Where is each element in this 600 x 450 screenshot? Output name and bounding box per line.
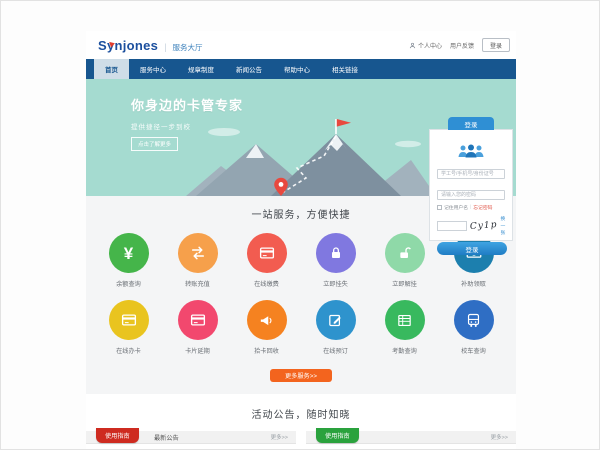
header: Synjones | 服务大厅 个人中心 用户反馈 登录 [86, 31, 516, 59]
logo-divider: | [164, 42, 166, 52]
nav-item-help[interactable]: 帮助中心 [273, 59, 321, 79]
schedule-icon [396, 312, 413, 329]
captcha-input[interactable] [437, 221, 467, 231]
card-icon [189, 311, 207, 329]
announcement-panel-left: 使用指南 最新公告 更多>> [86, 431, 296, 450]
hero-copy: 你身边的卡管专家 提供捷径一步到校 点击了解更多 [131, 95, 243, 151]
announcements-section: 活动公告，随时知晓 使用指南 最新公告 更多>> 使用指南 更多>> [86, 394, 516, 450]
service-item-apply-card[interactable]: 在线办卡 [94, 300, 163, 355]
announcement-panel-right: 使用指南 更多>> [306, 431, 516, 450]
captcha-row: Cy1p 换一张 [437, 215, 505, 236]
feedback-link[interactable]: 用户反馈 [450, 41, 474, 50]
service-item-report-loss[interactable]: 立即挂失 [301, 233, 370, 288]
service-item-unfreeze[interactable]: 立即解挂 [370, 233, 439, 288]
unlock-icon [397, 245, 413, 261]
card-icon [120, 311, 138, 329]
captcha-image[interactable]: Cy1p [470, 220, 498, 232]
edit-icon [327, 312, 344, 329]
login-submit-button[interactable]: 登录 [437, 242, 507, 255]
service-item-attendance[interactable]: 考勤查询 [370, 300, 439, 355]
hero-banner: 你身边的卡管专家 提供捷径一步到校 点击了解更多 [86, 79, 516, 196]
bus-icon [465, 312, 482, 329]
service-item-transfer[interactable]: 转账充值 [163, 233, 232, 288]
usage-guide-ribbon-red[interactable]: 使用指南 [96, 428, 139, 443]
latest-news-tab[interactable]: 最新公告 [154, 433, 179, 442]
announcement-body-left [86, 444, 296, 450]
announcement-bar-left: 使用指南 最新公告 更多>> [86, 431, 296, 444]
megaphone-icon [258, 312, 275, 329]
lock-icon [328, 245, 344, 261]
header-login-button[interactable]: 登录 [482, 38, 510, 52]
username-input[interactable] [437, 169, 505, 179]
service-item-card-recycle[interactable]: 拾卡回收 [232, 300, 301, 355]
hero-title: 你身边的卡管专家 [131, 95, 243, 114]
service-item-school-bus[interactable]: 校车查询 [439, 300, 508, 355]
nav-item-rules[interactable]: 规章制度 [177, 59, 225, 79]
usage-guide-ribbon-green[interactable]: 使用指南 [316, 428, 359, 443]
yen-icon: ¥ [124, 245, 133, 262]
hero-subtitle: 提供捷径一步到校 [131, 121, 243, 131]
more-services-button[interactable]: 更多服务>> [270, 369, 332, 382]
service-item-balance[interactable]: ¥ 余额查询 [94, 233, 163, 288]
bank-card-icon [258, 244, 276, 262]
announcement-body-right [306, 444, 516, 450]
announcement-bar-right: 使用指南 更多>> [306, 431, 516, 444]
main-nav: 首页 服务中心 规章制度 新闻公告 帮助中心 相关链接 [86, 59, 516, 79]
remember-checkbox[interactable] [437, 205, 442, 210]
nav-item-service-center[interactable]: 服务中心 [129, 59, 177, 79]
portal-name: 服务大厅 [173, 42, 203, 53]
more-link-left[interactable]: 更多>> [271, 433, 288, 441]
site-container: Synjones | 服务大厅 个人中心 用户反馈 登录 [86, 31, 516, 450]
nav-item-links[interactable]: 相关链接 [321, 59, 369, 79]
personal-center-link[interactable]: 个人中心 [409, 41, 442, 50]
logo-text: Synjones [98, 38, 158, 53]
flag-icon [337, 119, 351, 127]
logo[interactable]: Synjones | 服务大厅 [98, 38, 203, 53]
announcement-panels: 使用指南 最新公告 更多>> 使用指南 更多>> [86, 431, 516, 450]
forgot-password-link[interactable]: 忘记密码 [473, 204, 492, 211]
users-group-icon [437, 144, 505, 158]
hero-cta-button[interactable]: 点击了解更多 [131, 137, 178, 151]
service-item-card-extend[interactable]: 卡片延期 [163, 300, 232, 355]
nav-item-home[interactable]: 首页 [94, 59, 129, 79]
service-item-booking[interactable]: 在线预订 [301, 300, 370, 355]
nav-item-news[interactable]: 新闻公告 [225, 59, 273, 79]
login-panel: 登录 记住用户名 | 忘记密码 [429, 129, 513, 241]
captcha-refresh-link[interactable]: 换一张 [500, 215, 505, 236]
user-icon [409, 42, 416, 49]
service-item-pay[interactable]: 在线缴费 [232, 233, 301, 288]
more-link-right[interactable]: 更多>> [491, 433, 508, 441]
login-tab[interactable]: 登录 [448, 117, 494, 130]
login-options: 记住用户名 | 忘记密码 [437, 204, 505, 211]
announcements-title: 活动公告，随时知晓 [86, 406, 516, 421]
header-links: 个人中心 用户反馈 登录 [409, 38, 510, 52]
transfer-icon [189, 244, 207, 262]
password-input[interactable] [437, 190, 505, 200]
screenshot-canvas: Synjones | 服务大厅 个人中心 用户反馈 登录 [0, 0, 600, 450]
remember-label: 记住用户名 [444, 204, 468, 211]
